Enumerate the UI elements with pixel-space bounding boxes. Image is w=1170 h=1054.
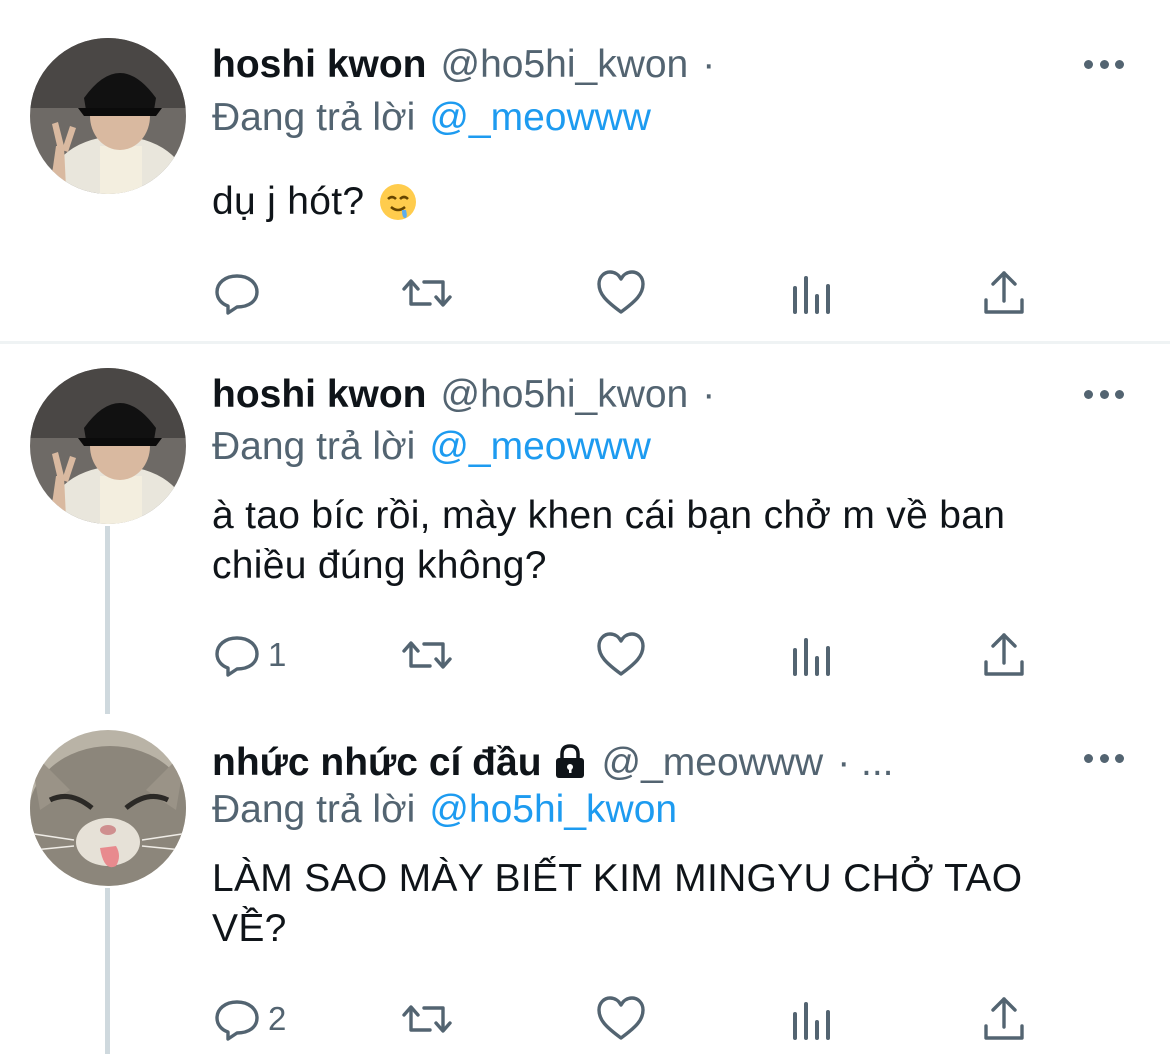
tweet-2[interactable]: hoshi kwon @ho5hi_kwon · Đang trả lời @_meo… — [0, 344, 1170, 714]
tweet-header: hoshi kwon @ho5hi_kwon · — [212, 40, 1070, 90]
analytics-icon — [787, 268, 837, 318]
retweet-button[interactable] — [402, 630, 452, 680]
display-name[interactable]: nhức nhức cí đầu — [212, 741, 542, 784]
thread-line — [105, 526, 110, 714]
tweet-header: nhức nhức cí đầu @_meowww · ... — [212, 738, 1070, 788]
tweet-text-line: LÀM SAO MÀY BIẾT KIM MINGYU CHỞ TAO — [212, 857, 1023, 900]
replying-to: Đang trả lời @_meowww — [212, 422, 651, 472]
tweet-text-line: VỀ? — [212, 907, 287, 950]
retweet-icon — [402, 994, 452, 1044]
tweet-text-content: dụ j hót? — [212, 180, 365, 223]
tweet-text-line: à tao bíc rồi, mày khen cái bạn chở m về… — [212, 494, 1006, 537]
display-name[interactable]: hoshi kwon — [212, 43, 427, 86]
replying-to: Đang trả lời @ho5hi_kwon — [212, 785, 677, 835]
like-button[interactable] — [596, 268, 646, 318]
reply-prefix: Đang trả lời — [212, 788, 416, 831]
separator: · ... — [837, 741, 894, 784]
reply-count: 1 — [268, 636, 287, 673]
comment-icon — [212, 994, 262, 1044]
reply-to-handle[interactable]: @_meowww — [429, 425, 651, 468]
share-icon — [979, 268, 1029, 318]
tweet-header: hoshi kwon @ho5hi_kwon · — [212, 370, 1070, 420]
reply-prefix: Đang trả lời — [212, 96, 416, 139]
tweet-text: LÀM SAO MÀY BIẾT KIM MINGYU CHỞ TAO VỀ? — [212, 854, 1112, 954]
comment-icon — [212, 268, 262, 318]
reply-count: 2 — [268, 1000, 287, 1037]
reply-to-handle[interactable]: @ho5hi_kwon — [429, 788, 677, 831]
user-handle[interactable]: @ho5hi_kwon — [441, 43, 689, 86]
user-handle[interactable]: @_meowww — [602, 741, 824, 784]
more-options-icon[interactable] — [1084, 374, 1124, 414]
separator: · — [702, 373, 716, 416]
views-button[interactable] — [787, 994, 837, 1044]
avatar[interactable] — [30, 368, 186, 524]
tweet-text-line: chiều đúng không? — [212, 544, 547, 587]
heart-icon — [596, 994, 646, 1044]
replying-to: Đang trả lời @_meowww — [212, 93, 651, 143]
reply-button[interactable]: 2 — [212, 994, 286, 1044]
reply-to-handle[interactable]: @_meowww — [429, 96, 651, 139]
reply-button[interactable]: 1 — [212, 630, 286, 680]
tweet-text: à tao bíc rồi, mày khen cái bạn chở m về… — [212, 491, 1112, 591]
reply-prefix: Đang trả lời — [212, 425, 416, 468]
tweet-actions: 2 — [212, 994, 1072, 1044]
share-icon — [979, 994, 1029, 1044]
like-button[interactable] — [596, 994, 646, 1044]
more-options-icon[interactable] — [1084, 738, 1124, 778]
views-button[interactable] — [787, 268, 837, 318]
thread-line — [105, 888, 110, 1054]
tweet-text: dụ j hót? — [212, 177, 1112, 235]
tweet-actions: 1 — [212, 630, 1072, 680]
heart-icon — [596, 630, 646, 680]
retweet-icon — [402, 268, 452, 318]
retweet-icon — [402, 630, 452, 680]
tweet-actions — [212, 268, 1072, 318]
analytics-icon — [787, 630, 837, 680]
share-icon — [979, 630, 1029, 680]
tweet-3[interactable]: nhức nhức cí đầu @_meowww · ... Đang trả … — [0, 714, 1170, 1054]
avatar[interactable] — [30, 38, 186, 194]
separator: · — [702, 43, 716, 86]
analytics-icon — [787, 994, 837, 1044]
retweet-button[interactable] — [402, 268, 452, 318]
share-button[interactable] — [979, 994, 1029, 1044]
heart-icon — [596, 268, 646, 318]
share-button[interactable] — [979, 268, 1029, 318]
drooling-face-icon — [378, 182, 418, 235]
user-handle[interactable]: @ho5hi_kwon — [441, 373, 689, 416]
tweet-1[interactable]: hoshi kwon @ho5hi_kwon · Đang trả lời @_meo… — [0, 0, 1170, 341]
more-options-icon[interactable] — [1084, 44, 1124, 84]
reply-button[interactable] — [212, 268, 268, 318]
retweet-button[interactable] — [402, 994, 452, 1044]
like-button[interactable] — [596, 630, 646, 680]
display-name[interactable]: hoshi kwon — [212, 373, 427, 416]
views-button[interactable] — [787, 630, 837, 680]
comment-icon — [212, 630, 262, 680]
share-button[interactable] — [979, 630, 1029, 680]
avatar[interactable] — [30, 730, 186, 886]
